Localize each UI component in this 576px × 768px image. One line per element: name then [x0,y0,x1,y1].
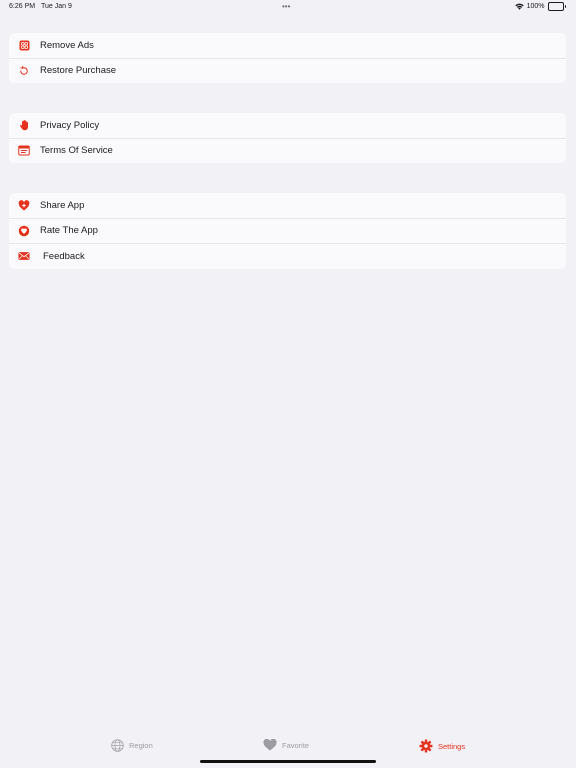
wifi-icon [514,3,524,10]
settings-group-legal: Privacy Policy Terms Of Service [9,113,566,163]
status-time: 6:26 PM [9,3,36,10]
terms-of-service-row[interactable]: Terms Of Service [9,137,566,164]
share-app-row[interactable]: Share App [9,193,566,218]
terms-of-service-label: Terms Of Service [40,145,113,157]
tab-region[interactable]: Region [111,739,153,752]
restore-purchase-row[interactable]: Restore Purchase [9,57,566,84]
remove-ads-label: Remove Ads [40,39,94,51]
tab-favorite[interactable]: Favorite [263,739,309,751]
battery-percent: 100% [526,3,545,10]
privacy-policy-row[interactable]: Privacy Policy [9,113,566,138]
feedback-row[interactable]: Feedback [9,243,566,269]
settings-group-purchases: Remove Ads Restore Purchase [9,33,566,83]
share-app-label: Share App [40,199,85,211]
rate-the-app-label: Rate The App [40,225,98,237]
settings-group-share: Share App Rate The App Feedback [9,193,566,269]
tab-favorite-label: Favorite [282,740,310,750]
privacy-policy-label: Privacy Policy [40,119,100,131]
remove-ads-icon [18,39,30,51]
rate-the-app-row[interactable]: Rate The App [9,217,566,244]
hand-stop-icon [18,119,30,131]
gear-icon [419,739,433,753]
document-icon [18,145,30,157]
home-indicator[interactable] [200,760,376,763]
remove-ads-row[interactable]: Remove Ads [9,33,566,58]
heart-plus-icon [18,199,30,211]
restore-purchase-label: Restore Purchase [40,65,117,77]
battery-icon [547,2,566,11]
restore-icon [18,65,30,77]
heart-icon [263,739,277,751]
globe-icon [111,739,124,752]
tab-settings[interactable]: Settings [419,739,465,753]
status-date: Tue Jan 9 [41,3,72,10]
mail-icon [18,250,30,262]
status-indicators: 100% [514,2,566,11]
status-bar: 6:26 PM Tue Jan 9 ••• 100% [0,0,576,14]
tab-settings-label: Settings [438,741,466,751]
heart-badge-icon [18,225,30,237]
feedback-label: Feedback [43,250,85,262]
multitasking-dots[interactable]: ••• [282,2,290,11]
tab-region-label: Region [129,741,153,750]
